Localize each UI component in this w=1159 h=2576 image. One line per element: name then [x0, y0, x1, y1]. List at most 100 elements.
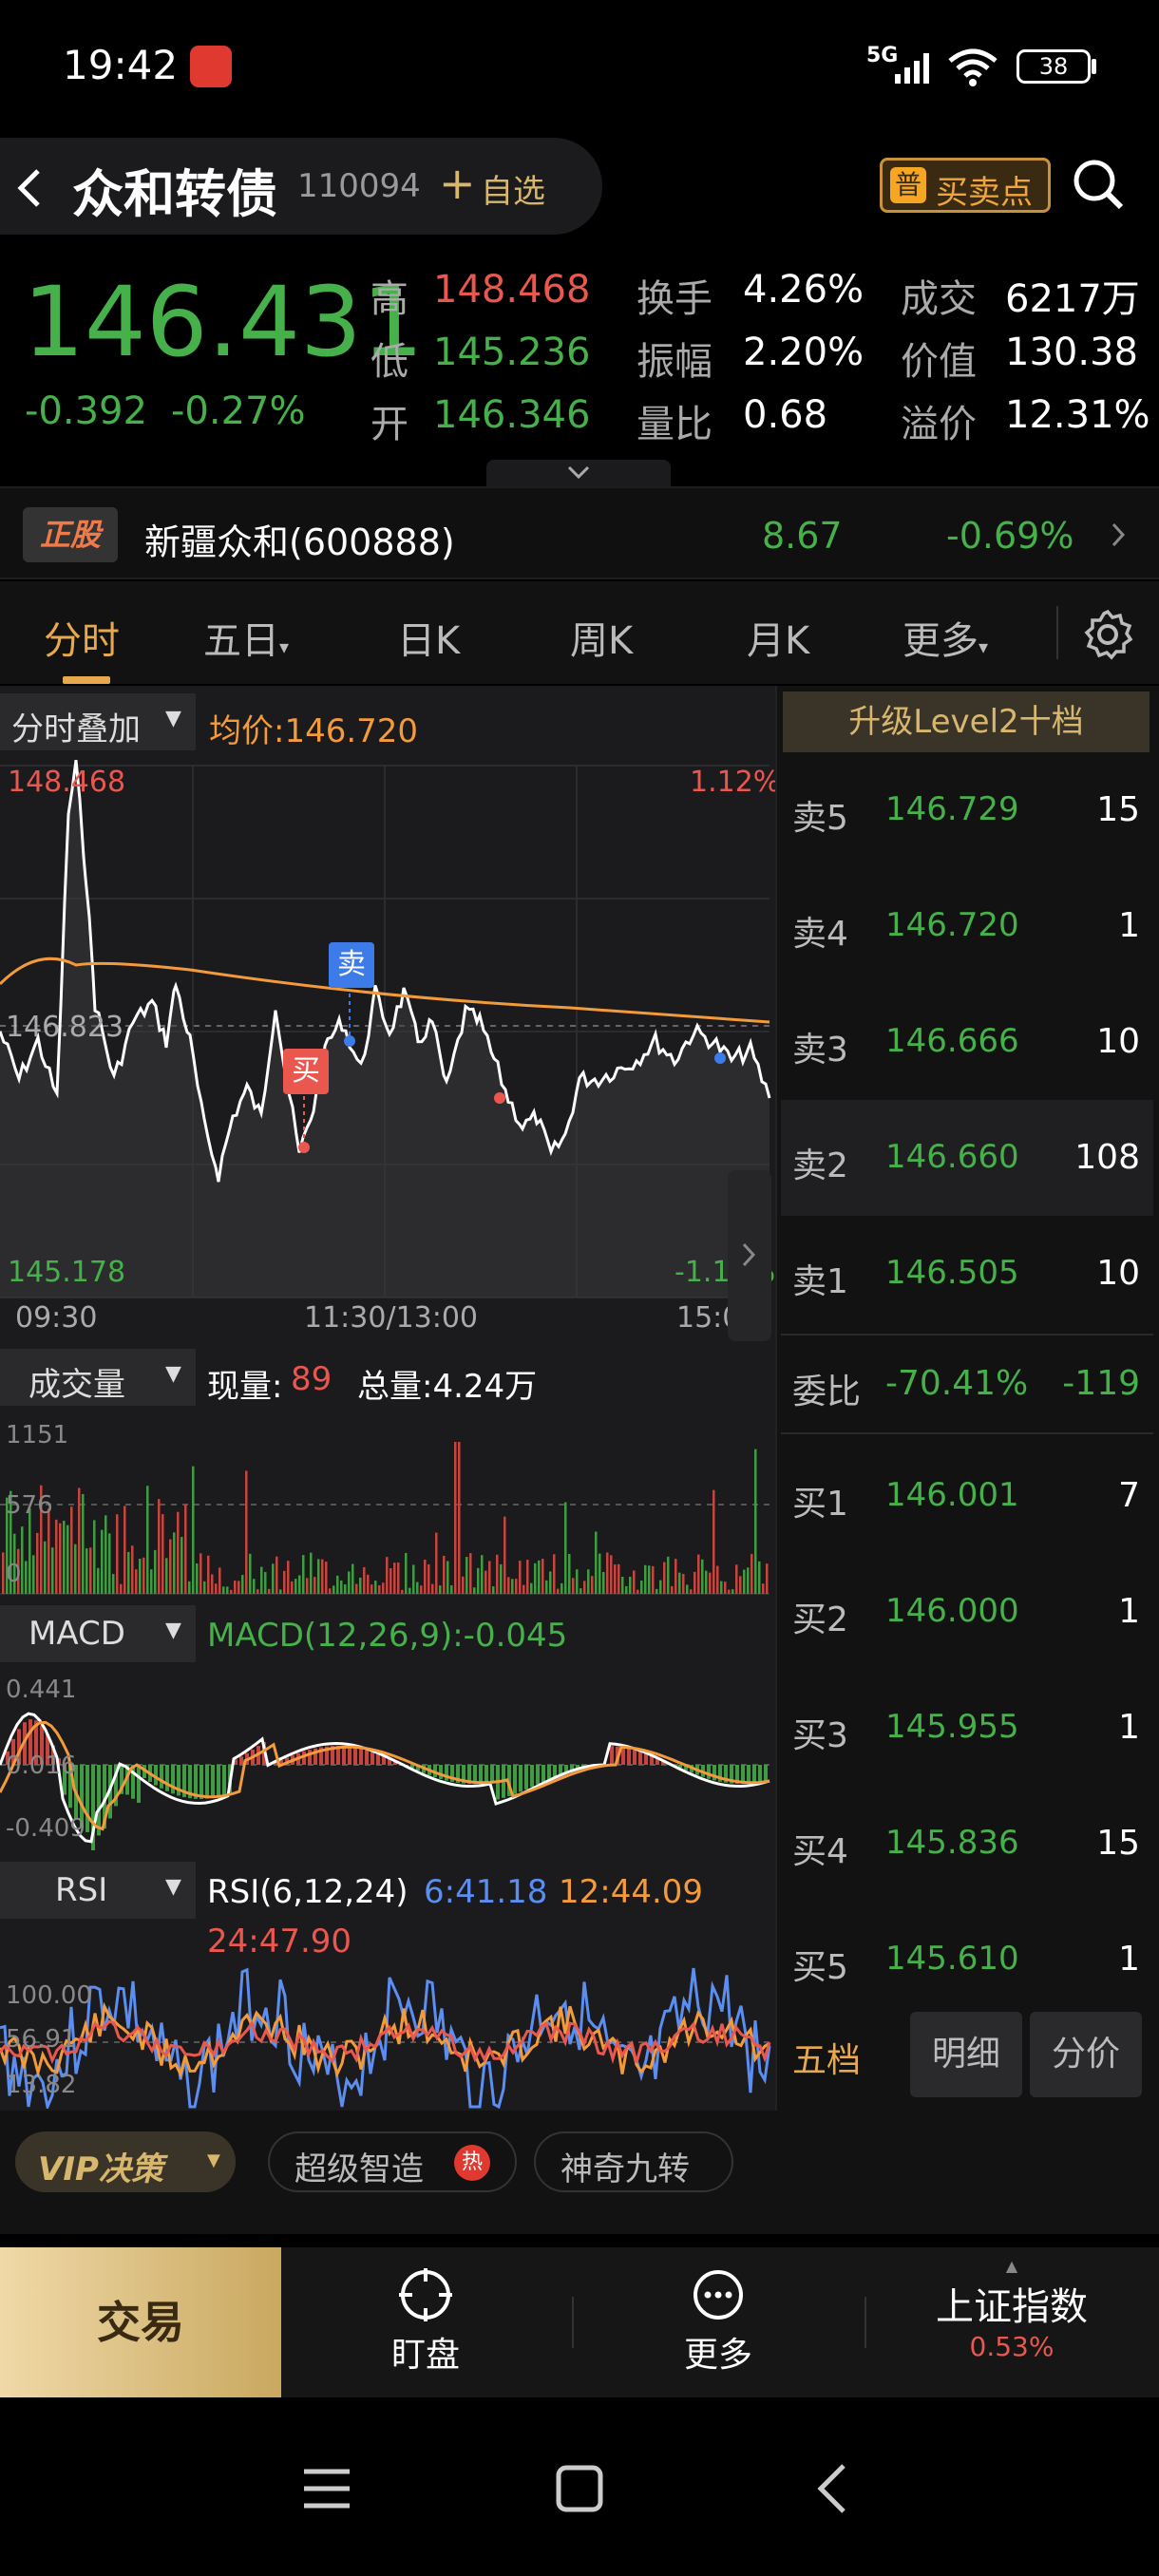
tab-price-distribution[interactable]: 分价	[1030, 2012, 1142, 2097]
add-watchlist-button[interactable]: 自选	[481, 165, 545, 212]
home-square-icon[interactable]	[555, 2464, 604, 2513]
back-arrow-icon[interactable]	[13, 165, 46, 211]
chart-expand-handle[interactable]	[728, 1170, 771, 1341]
overlay-selector[interactable]: 分时叠加 ▼	[0, 693, 196, 750]
settings-gear-icon[interactable]	[1081, 608, 1134, 661]
volume-bar	[215, 1583, 218, 1594]
macd-selector[interactable]: MACD ▼	[0, 1605, 196, 1662]
tab-monthly-k[interactable]: 月K	[747, 610, 809, 665]
macd-params: MACD(12,26,9):-0.045	[207, 1617, 568, 1655]
magic-nine-button[interactable]: 神奇九转	[534, 2131, 733, 2192]
tab-five-levels[interactable]: 五档	[792, 2033, 861, 2082]
volume-selector[interactable]: 成交量 ▼	[0, 1349, 196, 1406]
macd-chart[interactable]	[0, 1660, 775, 1850]
volume-bar	[154, 1549, 157, 1594]
tab-five-day[interactable]: 五日▾	[203, 610, 289, 665]
battery-icon: 38	[1016, 49, 1091, 84]
volume-bar	[146, 1486, 149, 1594]
macd-bar	[137, 1765, 141, 1803]
volume-bar	[644, 1564, 647, 1594]
dropdown-caret-icon: ▼	[165, 1875, 181, 1899]
volume-bar	[135, 1569, 138, 1594]
level2-upgrade-button[interactable]: 升级Level2十档	[783, 691, 1150, 752]
volume-bar	[279, 1589, 282, 1594]
volume-bar	[116, 1514, 119, 1594]
macd-bar	[165, 1765, 169, 1791]
super-smart-button[interactable]: 超级智造 热	[268, 2131, 517, 2192]
volume-current-label: 现量:	[207, 1368, 283, 1406]
volume-bar	[633, 1570, 636, 1594]
rsi-label: RSI	[55, 1871, 108, 1909]
volume-bar	[188, 1581, 191, 1594]
trade-button[interactable]: 交易	[0, 2247, 281, 2397]
rsi-selector[interactable]: RSI ▼	[0, 1862, 196, 1919]
volume-bar	[484, 1570, 487, 1594]
volume-bar	[671, 1585, 674, 1594]
ask-row[interactable]: 卖2 146.660 108	[781, 1100, 1153, 1216]
stat-value: 2.20%	[743, 331, 864, 374]
bid-row[interactable]: 买1 146.001 7	[781, 1438, 1153, 1554]
rsi-12: 12:44.09	[559, 1873, 704, 1911]
macd-tick-mid: 0.016	[6, 1752, 77, 1780]
volume-bar	[226, 1586, 229, 1594]
more-button[interactable]: 更多	[623, 2257, 813, 2390]
ask-row[interactable]: 卖4 146.720 1	[781, 868, 1153, 984]
volume-bar	[207, 1555, 210, 1594]
volume-chart[interactable]	[0, 1406, 775, 1596]
volume-bar	[302, 1555, 305, 1594]
nav-back-icon[interactable]	[813, 2462, 851, 2515]
rsi-chart[interactable]	[0, 1966, 775, 2109]
macd-bar	[348, 1746, 352, 1765]
index-ticker-button[interactable]: ▲ 上证指数 0.53%	[902, 2257, 1121, 2390]
volume-bar	[610, 1555, 613, 1594]
bid-row[interactable]: 买3 145.955 1	[781, 1670, 1153, 1786]
bid-row[interactable]: 买5 145.610 1	[781, 1902, 1153, 2017]
volume-bar	[44, 1541, 47, 1594]
rsi-tick-mid: 56.91	[6, 2025, 77, 2054]
macd-bar	[644, 1753, 648, 1765]
watch-button[interactable]: 盯盘	[331, 2257, 521, 2390]
bid-row[interactable]: 买2 146.000 1	[781, 1554, 1153, 1670]
volume-bar	[36, 1532, 39, 1594]
expand-handle[interactable]	[486, 460, 671, 486]
volume-bar	[150, 1569, 153, 1594]
stat-value: 146.346	[433, 393, 591, 437]
macd-tick-max: 0.441	[6, 1676, 77, 1704]
stat-value: 0.68	[743, 393, 828, 437]
ask-row[interactable]: 卖1 146.505 10	[781, 1216, 1153, 1332]
ask-level: 卖3	[792, 1031, 848, 1070]
buy-sell-point-button[interactable]: 普 买卖点	[880, 158, 1051, 213]
ask-row[interactable]: 卖3 146.666 10	[781, 984, 1153, 1100]
volume-bar	[200, 1553, 202, 1594]
order-ratio-label: 委比	[792, 1373, 862, 1411]
volume-bar	[690, 1589, 693, 1594]
ask-row[interactable]: 卖5 146.729 15	[781, 752, 1153, 868]
macd-bar	[758, 1765, 762, 1782]
volume-bar	[355, 1583, 358, 1594]
tab-weekly-k[interactable]: 周K	[570, 610, 633, 665]
add-watchlist-icon[interactable]: +	[439, 158, 476, 209]
sell-marker[interactable]: 卖	[329, 942, 374, 988]
tab-intraday[interactable]: 分时	[44, 610, 120, 665]
rsi6-line	[0, 1967, 771, 2109]
macd-bar	[200, 1765, 203, 1799]
buy-marker[interactable]: 买	[283, 1049, 329, 1094]
search-icon[interactable]	[1070, 156, 1127, 213]
volume-bar	[735, 1564, 738, 1594]
stat-value: 6217万	[1005, 277, 1140, 321]
vip-decision-button[interactable]: VIP决策 ▼	[15, 2131, 236, 2192]
bid-row[interactable]: 买4 145.836 15	[781, 1786, 1153, 1902]
underlying-stock-row[interactable]: 正股 新疆众和(600888) 8.67 -0.69%	[0, 486, 1159, 579]
menu-icon[interactable]	[300, 2466, 353, 2511]
volume-bar	[568, 1553, 571, 1594]
system-nav-bar	[0, 2397, 1159, 2576]
volume-bar	[196, 1563, 199, 1594]
dropdown-caret-icon: ▼	[207, 2150, 220, 2170]
badge-icon: 普	[890, 167, 926, 203]
tab-daily-k[interactable]: 日K	[397, 610, 460, 665]
volume-bar	[382, 1582, 385, 1594]
volume-bar	[120, 1583, 123, 1594]
volume-bar	[59, 1523, 62, 1594]
tab-details[interactable]: 明细	[910, 2012, 1022, 2097]
tab-more[interactable]: 更多▾	[902, 610, 988, 665]
